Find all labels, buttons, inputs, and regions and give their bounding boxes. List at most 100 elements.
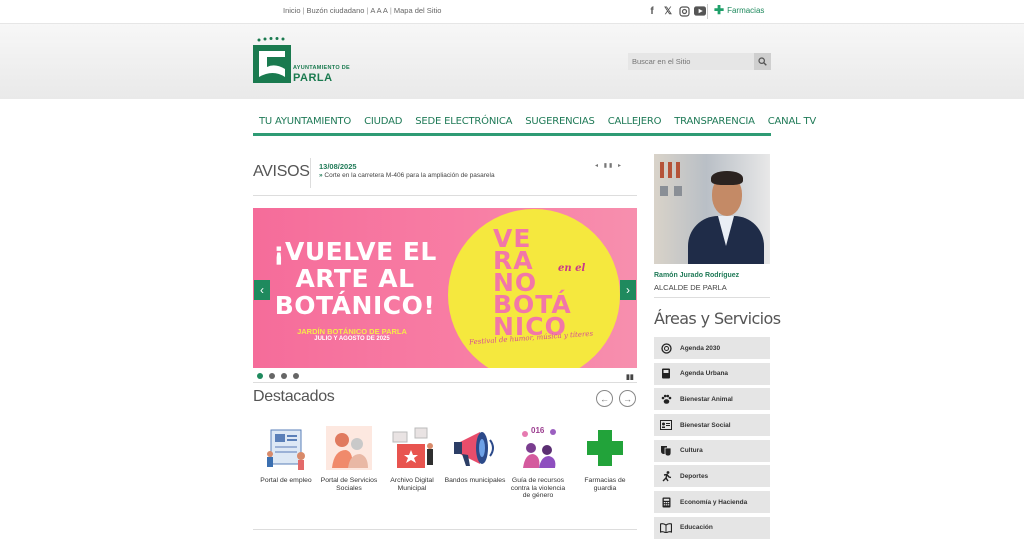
pharmacy-cross-icon: [580, 424, 630, 472]
instagram-icon[interactable]: [678, 5, 690, 17]
link-inicio[interactable]: Inicio: [283, 6, 301, 15]
area-label: Bienestar Social: [680, 421, 731, 429]
font-size-toggle[interactable]: A A A: [370, 6, 388, 15]
farmacias-label: Farmacias: [727, 5, 765, 15]
area-label: Bienestar Animal: [680, 395, 733, 403]
banner-headline: ¡VUELVE EL ARTE AL BOTÁNICO!: [273, 237, 437, 320]
avisos-ticker: AVISOS 13/08/2025 » Corte en la carreter…: [253, 154, 637, 196]
area-cultura[interactable]: Cultura: [654, 439, 770, 462]
destacados-title: Destacados: [253, 388, 335, 405]
area-deportes[interactable]: Deportes: [654, 465, 770, 488]
site-header: AYUNTAMIENTO DE PARLA: [0, 24, 1024, 99]
search-box: [628, 53, 771, 70]
destacado-bandos[interactable]: Bandos municipales: [444, 424, 506, 485]
area-economia-hacienda[interactable]: Economía y Hacienda: [654, 491, 770, 514]
area-agenda-urbana[interactable]: Agenda Urbana: [654, 362, 770, 385]
nav-tu-ayuntamiento[interactable]: TU AYUNTAMIENTO: [253, 116, 358, 127]
carousel-dot[interactable]: [281, 373, 287, 379]
divider: [253, 529, 637, 530]
search-icon: [758, 57, 767, 66]
divider: [654, 297, 770, 298]
search-button[interactable]: [754, 53, 771, 70]
social-services-icon: [324, 424, 374, 472]
alcalde-name[interactable]: Ramón Jurado Rodríguez: [654, 272, 739, 279]
aviso-text: Corte en la carretera M-406 para la ampl…: [324, 172, 495, 179]
destacado-label: Portal de Servicios Sociales: [320, 477, 378, 492]
alcalde-role: ALCALDE DE PARLA: [654, 283, 727, 292]
top-bar: Inicio | Buzón ciudadano | A A A | Mapa del Si…: [0, 0, 1024, 24]
divider: [707, 4, 708, 19]
ticker-controls[interactable]: ◂ ▮▮ ▸: [595, 162, 623, 169]
area-label: Agenda Urbana: [680, 370, 729, 378]
link-mapa-sitio[interactable]: Mapa del Sitio: [394, 6, 442, 15]
destacado-servicios-sociales[interactable]: Portal de Servicios Sociales: [318, 424, 380, 492]
nav-sugerencias[interactable]: SUGERENCIAS: [519, 116, 601, 127]
area-label: Agenda 2030: [680, 344, 721, 352]
gender-violence-guide-icon: 016: [513, 424, 563, 472]
masks-icon: [660, 445, 672, 457]
divider: [310, 158, 311, 188]
areas-title: Áreas y Servicios: [654, 309, 781, 328]
paw-icon: [660, 393, 672, 405]
x-twitter-icon[interactable]: 𝕏: [662, 5, 674, 17]
destacado-label: Guía de recursos contra la violencia de …: [510, 477, 566, 499]
alcalde-photo[interactable]: [654, 154, 770, 264]
nav-transparencia[interactable]: TRANSPARENCIA: [668, 116, 761, 127]
utility-links: Inicio | Buzón ciudadano | A A A | Mapa del Si…: [283, 6, 442, 15]
carousel-dot[interactable]: [257, 373, 263, 379]
banner-place: JARDÍN BOTÁNICO DE PARLA: [297, 327, 407, 336]
running-icon: [660, 470, 672, 482]
destacado-label: Archivo Digital Municipal: [390, 477, 434, 492]
destacados-prev-button[interactable]: ←: [596, 390, 613, 407]
id-card-icon: [660, 419, 672, 431]
area-label: Educación: [680, 524, 713, 532]
link-buzon[interactable]: Buzón ciudadano: [306, 6, 364, 15]
nav-sede-electronica[interactable]: SEDE ELECTRÓNICA: [409, 116, 519, 127]
destacado-violencia-genero[interactable]: 016 Guía de recursos contra la violencia…: [507, 424, 569, 500]
aviso-item[interactable]: » Corte en la carretera M-406 para la am…: [319, 172, 495, 179]
areas-list: Agenda 2030 Agenda Urbana Bienestar Anim…: [654, 337, 770, 543]
banner-dates: JULIO Y AGOSTO DE 2025: [314, 336, 390, 342]
avisos-title: AVISOS: [253, 163, 310, 180]
job-portal-icon: [261, 424, 311, 472]
farmacias-link[interactable]: ✚ Farmacias: [714, 4, 765, 16]
carousel-pause-button[interactable]: ▮▮: [626, 373, 634, 381]
nav-callejero[interactable]: CALLEJERO: [601, 116, 668, 127]
megaphone-icon: [450, 424, 500, 472]
nav-canal-tv[interactable]: CANAL TV: [761, 116, 822, 127]
area-label: Economía y Hacienda: [680, 498, 748, 506]
aviso-date: 13/08/2025: [319, 162, 357, 171]
carousel-next-button[interactable]: ›: [620, 280, 636, 300]
area-bienestar-social[interactable]: Bienestar Social: [654, 414, 770, 437]
banner-verano-text: VE RA NO BOTÁ NICO: [493, 224, 572, 341]
carousel-dot[interactable]: [293, 373, 299, 379]
search-input[interactable]: [628, 53, 754, 70]
area-bienestar-animal[interactable]: Bienestar Animal: [654, 388, 770, 411]
logo-line2: PARLA: [293, 72, 333, 84]
carousel-dots: [257, 373, 299, 379]
area-agenda-2030[interactable]: Agenda 2030: [654, 337, 770, 359]
ayuntamiento-logo[interactable]: AYUNTAMIENTO DE PARLA: [253, 37, 353, 87]
destacado-farmacias-guardia[interactable]: Farmacias de guardia: [574, 424, 636, 492]
book-icon: [660, 368, 672, 380]
destacado-archivo-digital[interactable]: Archivo Digital Municipal: [381, 424, 443, 492]
divider: [253, 382, 637, 383]
area-label: Cultura: [680, 447, 703, 455]
youtube-icon[interactable]: [694, 5, 706, 17]
calculator-icon: [660, 496, 672, 508]
logo-line1: AYUNTAMIENTO DE: [293, 65, 350, 71]
nav-ciudad[interactable]: CIUDAD: [358, 116, 409, 127]
destacado-label: Portal de empleo: [260, 477, 312, 484]
hero-carousel[interactable]: ¡VUELVE EL ARTE AL BOTÁNICO! JARDÍN BOTÁ…: [253, 208, 637, 368]
globe-icon: [660, 342, 672, 354]
social-links: f 𝕏: [646, 5, 706, 17]
carousel-prev-button[interactable]: ‹: [254, 280, 270, 300]
main-nav: TU AYUNTAMIENTO CIUDAD SEDE ELECTRÓNICA …: [253, 109, 816, 136]
destacados-next-button[interactable]: →: [619, 390, 636, 407]
destacados-nav: ← →: [596, 390, 636, 407]
facebook-icon[interactable]: f: [646, 5, 658, 17]
carousel-dot[interactable]: [269, 373, 275, 379]
destacado-portal-empleo[interactable]: Portal de empleo: [255, 424, 317, 485]
badge-016: 016: [531, 426, 545, 435]
destacado-label: Bandos municipales: [444, 477, 506, 484]
